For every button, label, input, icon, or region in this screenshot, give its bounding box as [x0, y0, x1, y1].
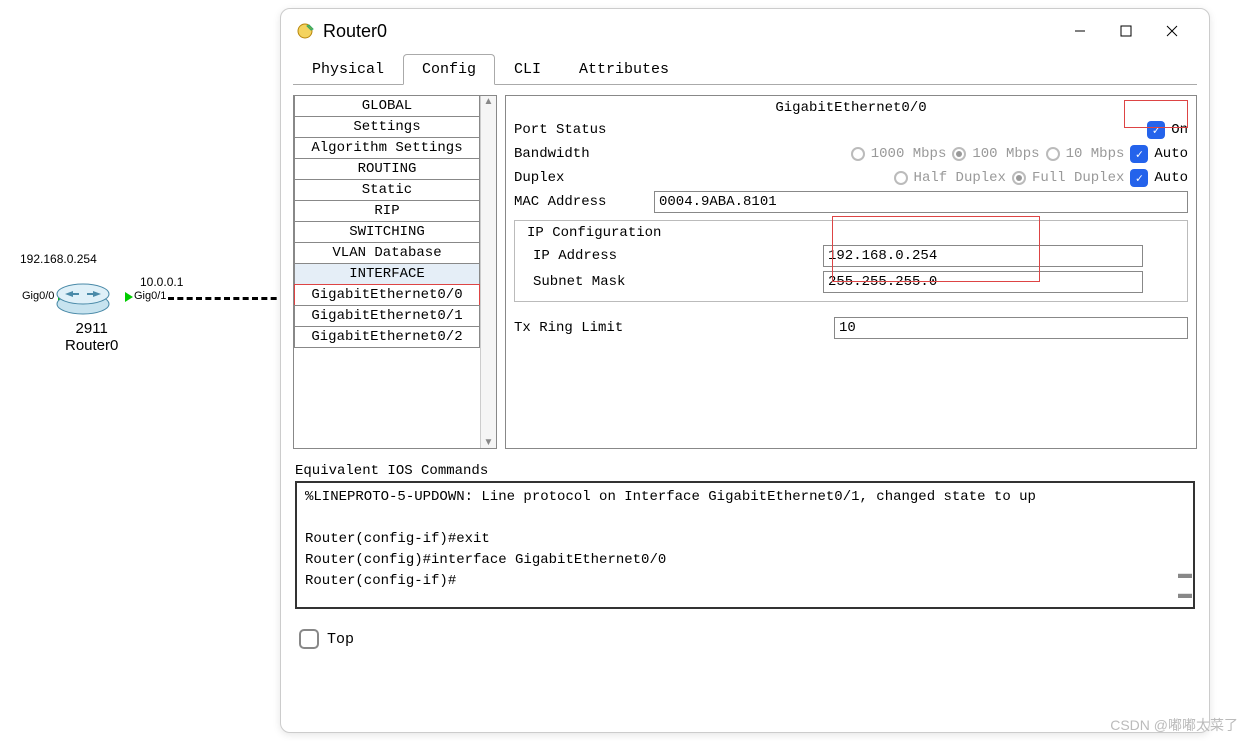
titlebar[interactable]: Router0 — [281, 9, 1209, 53]
sidebar-item-switching[interactable]: SWITCHING — [294, 221, 480, 243]
mac-input[interactable] — [654, 191, 1188, 213]
sidebar-item-global[interactable]: GLOBAL — [294, 96, 480, 117]
sidebar-item-rip[interactable]: RIP — [294, 200, 480, 222]
scroll-up-icon[interactable]: ▲ — [481, 96, 496, 107]
ios-commands-box: %LINEPROTO-5-UPDOWN: Line protocol on In… — [295, 481, 1195, 609]
bw-auto-checkbox[interactable]: ✓ — [1130, 145, 1148, 163]
subnet-mask-input[interactable] — [823, 271, 1143, 293]
router-device[interactable] — [55, 280, 111, 319]
maximize-button[interactable] — [1103, 16, 1149, 46]
sidebar-item-interface[interactable]: INTERFACE — [294, 263, 480, 285]
port-status-on-label: On — [1171, 122, 1188, 138]
router-ip-right: 10.0.0.1 — [140, 275, 183, 289]
sidebar-item-gigabitethernet0-2[interactable]: GigabitEthernet0/2 — [294, 326, 480, 348]
minimize-button[interactable] — [1057, 16, 1103, 46]
top-label: Top — [327, 631, 354, 648]
sidebar-item-vlan-database[interactable]: VLAN Database — [294, 242, 480, 264]
app-icon — [295, 21, 315, 41]
tab-physical[interactable]: Physical — [293, 54, 403, 85]
duplex-auto-checkbox[interactable]: ✓ — [1130, 169, 1148, 187]
port-label-left: Gig0/0 — [22, 290, 54, 302]
link-status-arrow-right — [125, 292, 133, 302]
ip-address-input[interactable] — [823, 245, 1143, 267]
ip-config-fieldset: IP Configuration IP Address Subnet Mask — [514, 220, 1188, 302]
top-checkbox-row[interactable]: Top — [299, 629, 1209, 649]
minimize-icon — [1073, 24, 1087, 38]
panel-title: GigabitEthernet0/0 — [514, 100, 1188, 116]
router-config-window: Router0 Physical Config CLI Attributes G… — [280, 8, 1210, 733]
port-status-checkbox[interactable]: ✓ — [1147, 121, 1165, 139]
port-status-label: Port Status — [514, 122, 654, 138]
topology-canvas[interactable]: 192.168.0.254 10.0.0.1 Gig0/0 Gig0/1 291… — [0, 0, 280, 741]
tab-cli[interactable]: CLI — [495, 54, 560, 85]
maximize-icon — [1120, 25, 1132, 37]
full-duplex-radio[interactable] — [1012, 171, 1026, 185]
window-title: Router0 — [323, 21, 1057, 42]
tx-ring-label: Tx Ring Limit — [514, 320, 834, 336]
bw-100-radio[interactable] — [952, 147, 966, 161]
tx-ring-input[interactable] — [834, 317, 1188, 339]
subnet-mask-label: Subnet Mask — [523, 274, 823, 290]
bw-1000-radio[interactable] — [851, 147, 865, 161]
port-label-right: Gig0/1 — [134, 290, 166, 302]
tab-attributes[interactable]: Attributes — [560, 54, 688, 85]
router-ip-left: 192.168.0.254 — [20, 252, 97, 266]
close-button[interactable] — [1149, 16, 1195, 46]
link-line — [168, 297, 286, 300]
router-icon — [55, 280, 111, 316]
tab-config[interactable]: Config — [403, 54, 495, 85]
sidebar-scrollbar[interactable]: ▲▼ — [480, 96, 496, 448]
ios-commands-text[interactable]: %LINEPROTO-5-UPDOWN: Line protocol on In… — [297, 483, 1177, 607]
scroll-mark-icon: ▬ — [1177, 565, 1193, 581]
ios-scrollbar[interactable]: ▬ ▬ — [1177, 483, 1193, 607]
ip-address-label: IP Address — [523, 248, 823, 264]
config-sidebar: GLOBALSettingsAlgorithm SettingsROUTINGS… — [293, 95, 497, 449]
tab-bar: Physical Config CLI Attributes — [293, 53, 1197, 85]
sidebar-item-gigabitethernet0-1[interactable]: GigabitEthernet0/1 — [294, 305, 480, 327]
router-label: 2911 Router0 — [65, 320, 118, 354]
watermark: CSDN @嘟嘟太菜了 — [1110, 715, 1238, 735]
mac-label: MAC Address — [514, 194, 654, 210]
sidebar-item-static[interactable]: Static — [294, 179, 480, 201]
sidebar-item-settings[interactable]: Settings — [294, 116, 480, 138]
sidebar-item-gigabitethernet0-0[interactable]: GigabitEthernet0/0 — [294, 284, 480, 306]
scroll-mark-icon: ▬ — [1177, 585, 1193, 601]
half-duplex-radio[interactable] — [894, 171, 908, 185]
bandwidth-label: Bandwidth — [514, 146, 654, 162]
bw-10-radio[interactable] — [1046, 147, 1060, 161]
sidebar-item-algorithm-settings[interactable]: Algorithm Settings — [294, 137, 480, 159]
ios-commands-label: Equivalent IOS Commands — [295, 463, 1209, 479]
close-icon — [1165, 24, 1179, 38]
ip-config-title: IP Configuration — [523, 225, 665, 241]
top-checkbox[interactable] — [299, 629, 319, 649]
scroll-down-icon[interactable]: ▼ — [481, 437, 496, 448]
sidebar-item-routing[interactable]: ROUTING — [294, 158, 480, 180]
interface-config-panel: GigabitEthernet0/0 Port Status ✓ On Band… — [505, 95, 1197, 449]
duplex-label: Duplex — [514, 170, 654, 186]
